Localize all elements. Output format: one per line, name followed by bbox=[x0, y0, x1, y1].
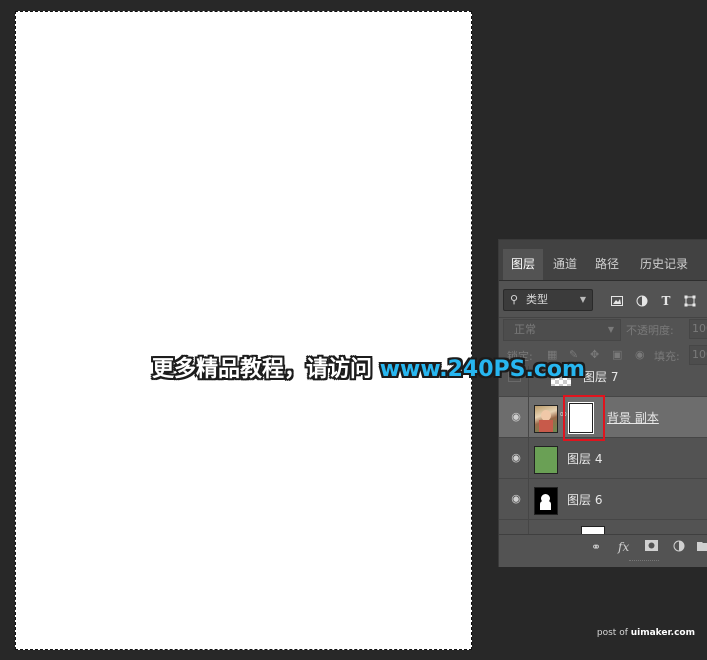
silhouette-body bbox=[540, 501, 551, 510]
tab-channels[interactable]: 通道 bbox=[545, 249, 585, 280]
tab-paths[interactable]: 路径 bbox=[587, 249, 627, 280]
visibility-toggle[interactable]: ◉ bbox=[499, 479, 529, 519]
layer-name: 图层 6 bbox=[567, 493, 603, 507]
search-icon: ⚲ bbox=[510, 293, 519, 306]
watermark-text: 更多精品教程，请访问 bbox=[152, 357, 373, 382]
eye-icon: ◉ bbox=[511, 451, 521, 464]
chevron-down-icon: ▼ bbox=[607, 325, 614, 334]
layer-thumbnail bbox=[534, 446, 558, 474]
fill-value: 100 bbox=[692, 348, 707, 361]
filter-row: ⚲ 类型 ▼ T bbox=[499, 281, 707, 318]
eye-icon: ◉ bbox=[511, 492, 521, 505]
blend-mode-select[interactable]: 正常 ▼ bbox=[503, 319, 621, 341]
blend-mode-value: 正常 bbox=[514, 323, 536, 336]
visibility-toggle[interactable]: ◉ bbox=[499, 397, 529, 437]
layer-row-partial[interactable] bbox=[499, 520, 707, 534]
layer-row-4[interactable]: ◉ 图层 4 bbox=[499, 438, 707, 479]
lock-artboard-icon[interactable]: ▣ bbox=[612, 348, 622, 361]
lock-position-icon[interactable]: ✥ bbox=[590, 348, 599, 361]
lock-all-icon[interactable]: ◉ bbox=[635, 348, 645, 361]
portrait-body bbox=[539, 420, 553, 432]
visibility-toggle[interactable]: ◉ bbox=[499, 438, 529, 478]
panel-bottom-bar: ⚭ fx bbox=[499, 534, 707, 559]
eye-icon: ◉ bbox=[511, 410, 521, 423]
chevron-down-icon: ▼ bbox=[579, 295, 586, 304]
add-mask-icon[interactable] bbox=[645, 540, 658, 554]
highlight-box bbox=[563, 395, 605, 441]
opacity-label: 不透明度: bbox=[626, 324, 674, 337]
opacity-value: 100 bbox=[692, 322, 707, 335]
type-filter-icon[interactable]: T bbox=[660, 295, 672, 307]
credit: post of uimaker.com bbox=[597, 628, 695, 638]
tab-layers[interactable]: 图层 bbox=[503, 249, 543, 280]
selection-marquee bbox=[15, 11, 472, 650]
panel-tabs: 图层 通道 路径 历史记录 bbox=[499, 240, 707, 281]
blend-row: 正常 ▼ 不透明度: 100 bbox=[499, 318, 707, 341]
layer-name: 图层 7 bbox=[583, 370, 619, 384]
layer-name: 图层 4 bbox=[567, 452, 603, 466]
link-layers-icon[interactable]: ⚭ bbox=[591, 540, 601, 554]
filter-kind-label: 类型 bbox=[526, 293, 548, 306]
credit-prefix: post of bbox=[596, 628, 631, 638]
fill-label: 填充: bbox=[654, 350, 680, 363]
layer-name: 背景 副本 bbox=[607, 411, 659, 425]
layer-list: ▼ 图层 7 ◉ ∞ 背景 副本 ◉ 图层 4 ◉ 图层 6 bbox=[499, 366, 707, 534]
credit-site: uimaker.com bbox=[630, 628, 695, 638]
visibility-toggle[interactable] bbox=[499, 520, 529, 534]
layer-thumbnail bbox=[581, 526, 605, 534]
image-filter-icon[interactable] bbox=[611, 295, 623, 307]
adjustment-filter-icon[interactable] bbox=[636, 295, 648, 307]
layer-thumbnail bbox=[534, 487, 558, 515]
adjustment-layer-icon[interactable] bbox=[673, 540, 685, 555]
layer-row-6[interactable]: ◉ 图层 6 bbox=[499, 479, 707, 520]
opacity-field[interactable]: 100 bbox=[689, 319, 707, 339]
watermark-url: www.240PS.com bbox=[379, 357, 585, 382]
panel-resize-grip[interactable] bbox=[629, 560, 659, 564]
shape-filter-icon[interactable] bbox=[684, 295, 696, 307]
tab-history[interactable]: 历史记录 bbox=[632, 249, 696, 280]
layer-thumbnail bbox=[534, 405, 558, 433]
fill-field[interactable]: 100 bbox=[689, 345, 707, 365]
filter-kind-select[interactable]: ⚲ 类型 ▼ bbox=[503, 289, 593, 311]
folder-icon[interactable] bbox=[697, 540, 707, 554]
watermark: 更多精品教程，请访问 www.240PS.com bbox=[152, 351, 585, 383]
fx-icon[interactable]: fx bbox=[618, 540, 629, 554]
